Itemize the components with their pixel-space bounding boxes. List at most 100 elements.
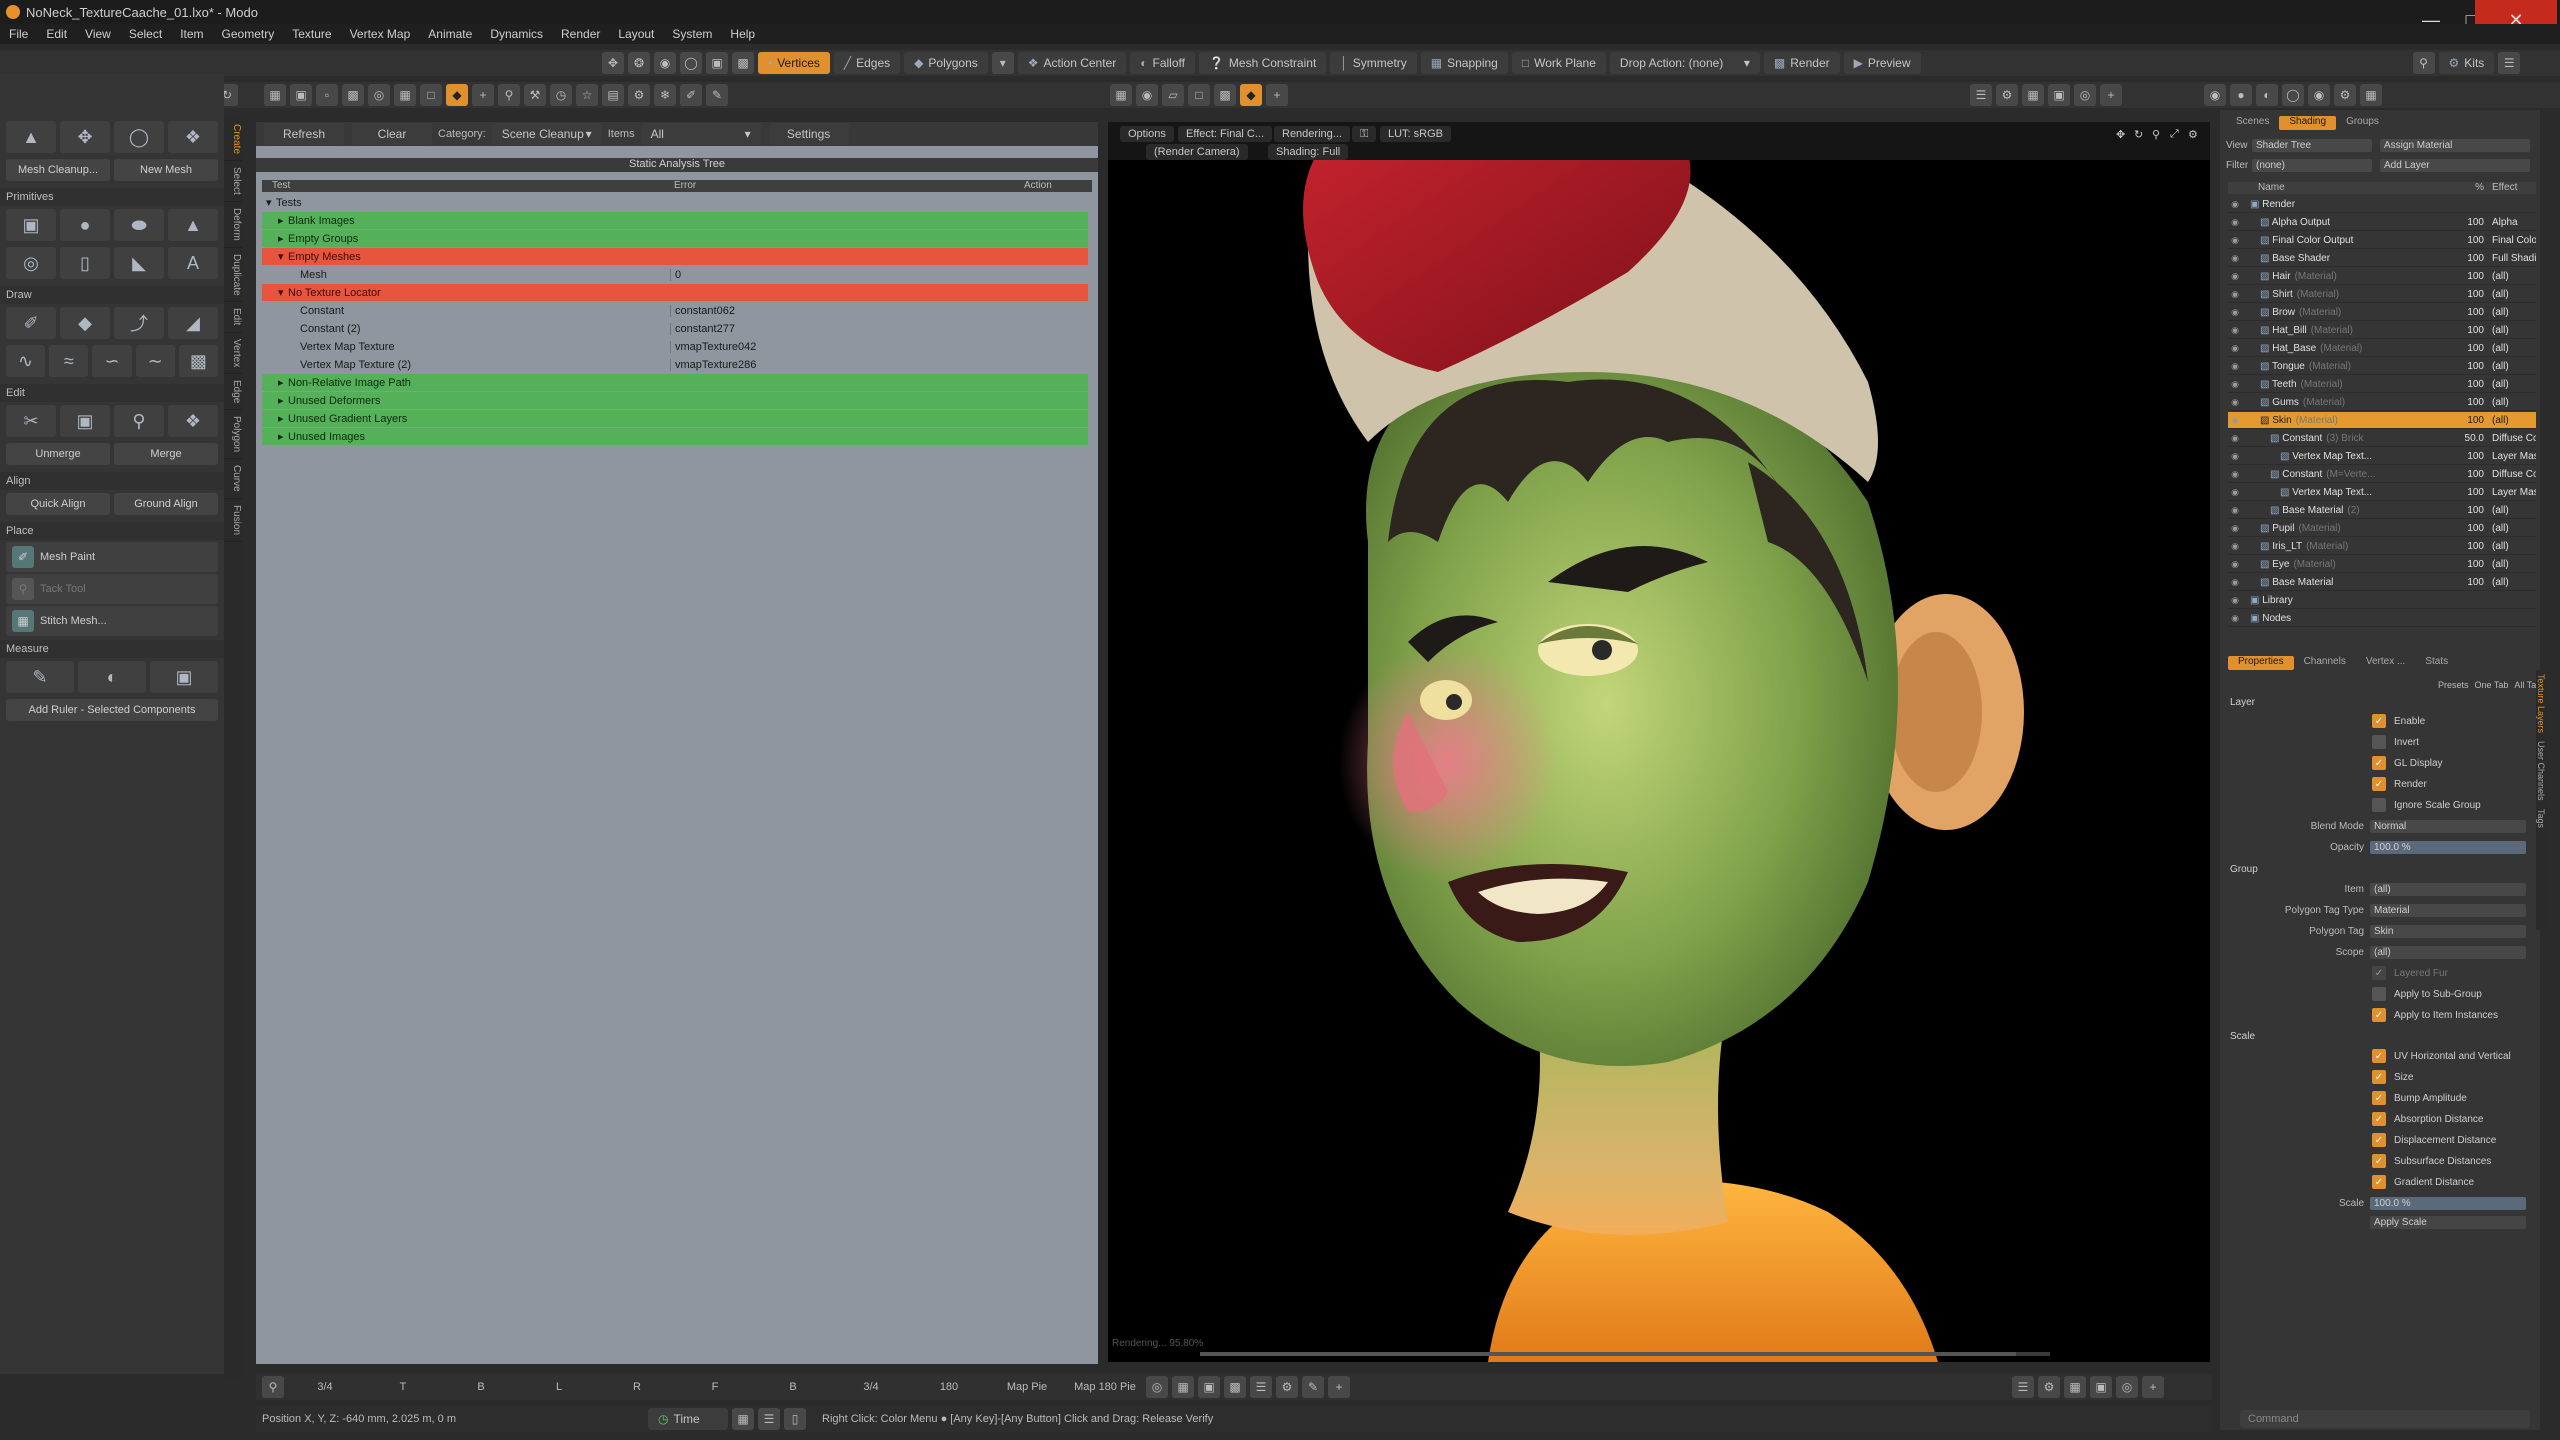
plane-icon[interactable]: ◆ <box>60 307 110 339</box>
snap-polygon-icon[interactable]: ▩ <box>342 84 364 106</box>
items-dropdown[interactable]: All ▾ <box>640 123 761 145</box>
pen-icon[interactable]: ✐ <box>6 307 56 339</box>
visibility-eye-icon[interactable]: ◉ <box>2228 559 2242 570</box>
visibility-eye-icon[interactable]: ◉ <box>2228 397 2242 408</box>
add-layer-dropdown[interactable]: Add Layer <box>2380 158 2530 172</box>
hammer-icon[interactable]: ⚒ <box>524 84 546 106</box>
visibility-eye-icon[interactable]: ◉ <box>2228 199 2242 210</box>
bottom-tool-icon-1[interactable]: ◎ <box>1146 1376 1168 1398</box>
vtab-fusion[interactable]: Fusion <box>224 499 242 543</box>
preset-3-4-a[interactable]: 3/4 <box>286 1381 364 1393</box>
select-tool-icon[interactable]: ✥ <box>602 52 624 74</box>
visibility-eye-icon[interactable]: ◉ <box>2228 433 2242 444</box>
expand-arrow-icon[interactable]: ▸ <box>278 412 288 425</box>
side-tab-texture-layers[interactable]: Texture Layers <box>2536 670 2546 737</box>
visibility-eye-icon[interactable]: ◉ <box>2228 307 2242 318</box>
preset-map-180-pie[interactable]: Map 180 Pie <box>1066 1381 1144 1393</box>
panel-add-icon[interactable]: + <box>2100 84 2122 106</box>
shader-tree-row[interactable]: ◉ ▧ Base Material 100 (all) <box>2228 574 2536 591</box>
shading-icon-2[interactable]: ● <box>2230 84 2252 106</box>
spline-icon-4[interactable]: ∼ <box>135 345 175 377</box>
analysis-row[interactable]: ▸ Unused Deformers <box>262 392 1088 409</box>
one-tab-label[interactable]: One Tab <box>2475 680 2509 690</box>
menu-item[interactable]: Item <box>171 27 212 41</box>
expand-arrow-icon[interactable]: ▸ <box>278 394 288 407</box>
wedge-icon[interactable]: ◣ <box>114 247 164 279</box>
render-viewport[interactable] <box>1108 122 2210 1362</box>
effect-dropdown[interactable]: Effect: Final C... <box>1178 126 1273 142</box>
polygon-tag-type-dropdown[interactable]: Material <box>2370 903 2526 917</box>
panel-layout-icon-2[interactable]: ⚙ <box>1996 84 2018 106</box>
shader-tree-row[interactable]: ◉ ▧ Hat_Base (Material) 100 (all) <box>2228 340 2536 357</box>
expand-arrow-icon[interactable]: ▾ <box>278 286 288 299</box>
bump-checkbox[interactable]: ✓ <box>2372 1091 2386 1105</box>
side-tab-tags[interactable]: Tags <box>2536 805 2546 832</box>
viewport-active-icon[interactable]: ◆ <box>1240 84 1262 106</box>
shader-tree-row[interactable]: ◉ ▣ Nodes <box>2228 610 2536 627</box>
command-input[interactable]: Command <box>2240 1410 2530 1428</box>
shading-icon-7[interactable]: ▦ <box>2360 84 2382 106</box>
layout-switch-icon[interactable]: ☰ <box>2498 52 2521 74</box>
ground-align-button[interactable]: Ground Align <box>114 493 218 515</box>
capsule-icon[interactable]: ⬬ <box>114 209 164 241</box>
work-plane-button[interactable]: □ Work Plane <box>1511 52 1606 74</box>
scale-field[interactable]: 100.0 % <box>2370 1196 2526 1210</box>
clear-button[interactable]: Clear <box>352 123 432 145</box>
analysis-row[interactable]: Vertex Map Texture (2) vmapTexture286 <box>262 356 1088 373</box>
gl-display-checkbox[interactable]: ✓ <box>2372 756 2386 770</box>
shader-tree-row[interactable]: ◉ ▧ Hat_Bill (Material) 100 (all) <box>2228 322 2536 339</box>
torus-icon[interactable]: ◎ <box>6 247 56 279</box>
shader-tree-row[interactable]: ◉ ▧ Hair (Material) 100 (all) <box>2228 268 2536 285</box>
visibility-eye-icon[interactable]: ◉ <box>2228 361 2242 372</box>
mesh-constraint-button[interactable]: ❔ Mesh Constraint <box>1198 52 1327 74</box>
tab-channels[interactable]: Channels <box>2294 656 2356 670</box>
transform-icon[interactable]: ✥ <box>60 121 110 153</box>
apply-scale-button[interactable]: Apply Scale <box>2370 1215 2526 1229</box>
section-align[interactable]: Align <box>0 472 224 490</box>
shader-tree-row[interactable]: ◉ ▧ Brow (Material) 100 (all) <box>2228 304 2536 321</box>
visibility-eye-icon[interactable]: ◉ <box>2228 469 2242 480</box>
visibility-eye-icon[interactable]: ◉ <box>2228 577 2242 588</box>
vtab-curve[interactable]: Curve <box>224 459 242 500</box>
polygons-mode-button[interactable]: ◆ Polygons <box>904 52 988 74</box>
preset-front[interactable]: F <box>676 1381 754 1393</box>
note-icon[interactable]: ✎ <box>706 84 728 106</box>
side-tab-user-channels[interactable]: User Channels <box>2536 737 2546 805</box>
render-button[interactable]: ▩ Render <box>1763 52 1840 74</box>
visibility-eye-icon[interactable]: ◉ <box>2228 343 2242 354</box>
shading-icon-6[interactable]: ⚙ <box>2334 84 2356 106</box>
symmetry-button[interactable]: │ Symmetry <box>1330 52 1417 74</box>
preset-180[interactable]: 180 <box>910 1381 988 1393</box>
spline-icon-1[interactable]: ∿ <box>6 345 46 377</box>
preset-top[interactable]: T <box>364 1381 442 1393</box>
analysis-row[interactable]: Vertex Map Texture vmapTexture042 <box>262 338 1088 355</box>
status-icon-2[interactable]: ☰ <box>758 1408 780 1430</box>
analysis-row[interactable]: Constant (2) constant277 <box>262 320 1088 337</box>
grid-snap-icon[interactable]: ▦ <box>264 84 286 106</box>
panel-layout-icon-5[interactable]: ◎ <box>2074 84 2096 106</box>
shader-tree-row[interactable]: ◉ ▧ Gums (Material) 100 (all) <box>2228 394 2536 411</box>
visibility-eye-icon[interactable]: ◉ <box>2228 505 2242 516</box>
visibility-eye-icon[interactable]: ◉ <box>2228 487 2242 498</box>
add-icon[interactable]: + <box>472 84 494 106</box>
cylinder-icon[interactable]: ▯ <box>60 247 110 279</box>
cone-icon[interactable]: ▲ <box>168 209 218 241</box>
preview-button[interactable]: ▶ Preview <box>1843 52 1921 74</box>
expand-arrow-icon[interactable]: ▾ <box>278 250 288 263</box>
star-icon[interactable]: ☆ <box>576 84 598 106</box>
expand-arrow-icon[interactable]: ▾ <box>266 196 276 209</box>
shader-tree-row[interactable]: ◉ ▣ Library <box>2228 592 2536 609</box>
col-percent[interactable]: % <box>2454 182 2488 194</box>
magnify-icon[interactable]: ⚲ <box>498 84 520 106</box>
shader-tree-row[interactable]: ◉ ▧ Teeth (Material) 100 (all) <box>2228 376 2536 393</box>
visibility-eye-icon[interactable]: ◉ <box>2228 271 2242 282</box>
section-layer[interactable]: Layer <box>2230 697 2255 708</box>
cube-icon[interactable]: ▣ <box>6 209 56 241</box>
analysis-row[interactable]: ▾ Empty Meshes <box>262 248 1088 265</box>
invert-checkbox[interactable] <box>2372 735 2386 749</box>
drop-action-dropdown[interactable]: Drop Action: (none) ▾ <box>1609 52 1760 74</box>
spline-icon-2[interactable]: ≈ <box>49 345 89 377</box>
time-button[interactable]: ◷ Time <box>648 1408 728 1430</box>
section-group[interactable]: Group <box>2230 864 2258 875</box>
tab-vertex[interactable]: Vertex ... <box>2356 656 2415 670</box>
